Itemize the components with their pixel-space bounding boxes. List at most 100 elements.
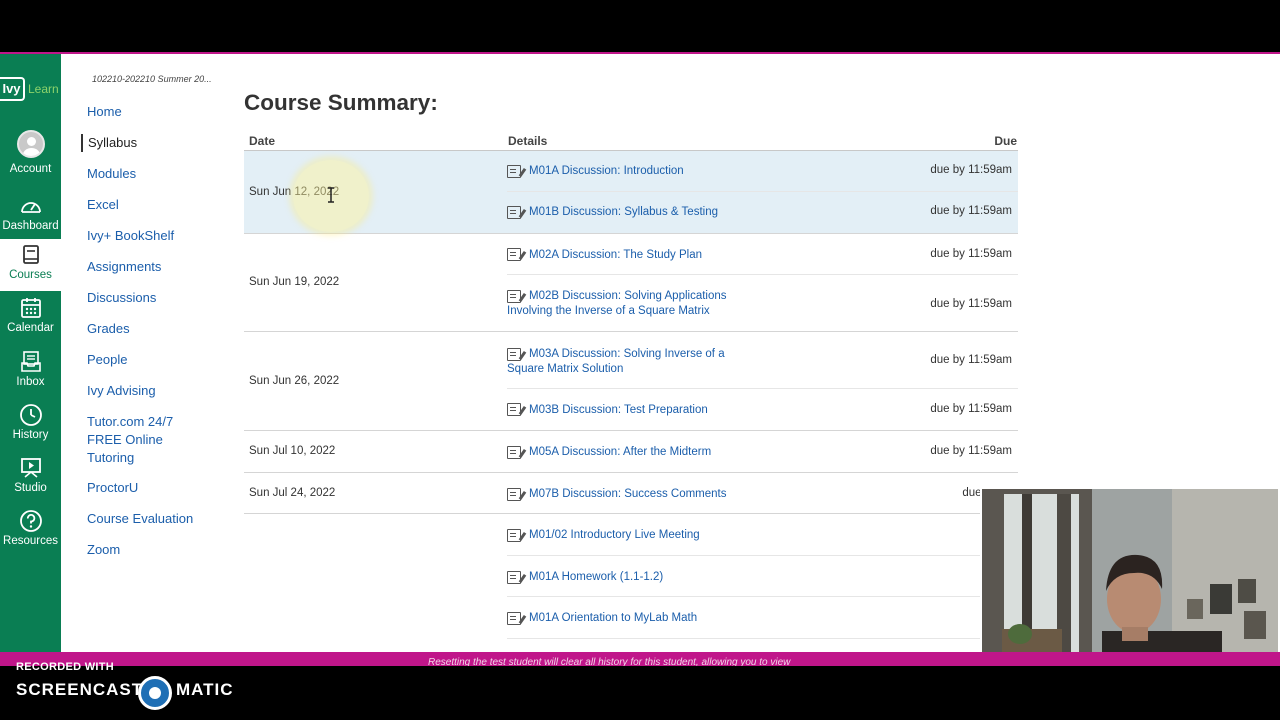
assignment-link[interactable]: M07B Discussion: Success Comments bbox=[529, 487, 726, 502]
assignment-link[interactable]: M01A Discussion: Introduction bbox=[529, 164, 684, 179]
assignment-link-line1[interactable]: M03A Discussion: Solving Inverse of a bbox=[529, 347, 725, 362]
table-row: M02A Discussion: The Study Plan due by 1… bbox=[507, 234, 1018, 275]
global-nav-label: Account bbox=[9, 163, 52, 175]
assignment-icon bbox=[507, 571, 521, 584]
group-date: Sun Jul 10, 2022 bbox=[249, 445, 336, 457]
assignment-link[interactable]: M01A Orientation to MyLab Math bbox=[529, 611, 697, 626]
due-text: due by 11:59am bbox=[930, 248, 1012, 260]
course-nav-zoom[interactable]: Zoom bbox=[87, 541, 217, 559]
assignment-link-line2[interactable]: Square Matrix Solution bbox=[507, 362, 623, 377]
row-divider bbox=[507, 638, 1018, 639]
global-nav-label: Studio bbox=[14, 482, 47, 494]
assignment-link-line1[interactable]: M02B Discussion: Solving Applications bbox=[529, 289, 727, 304]
table-row: M01/02 Introductory Live Meeting bbox=[507, 514, 1018, 556]
assignment-icon bbox=[507, 529, 521, 542]
clock-icon bbox=[19, 404, 42, 426]
table-row: M02B Discussion: Solving Applications In… bbox=[507, 275, 1018, 332]
page-title: Course Summary: bbox=[244, 90, 438, 115]
screen: Ivy Learn Account Dashboard Courses Cale… bbox=[0, 0, 1280, 720]
course-nav-proctoru[interactable]: ProctorU bbox=[87, 479, 217, 497]
due-text: due by 11:59am bbox=[930, 164, 1012, 176]
discussion-icon bbox=[507, 488, 521, 501]
discussion-icon bbox=[507, 290, 521, 303]
discussion-icon bbox=[507, 403, 521, 416]
assignment-icon bbox=[507, 612, 521, 625]
summary-group: Sun Jun 26, 2022 M03A Discussion: Solvin… bbox=[244, 332, 1018, 431]
global-nav-label: Calendar bbox=[7, 322, 54, 334]
global-nav-account[interactable]: Account bbox=[0, 130, 61, 182]
course-nav-assignments[interactable]: Assignments bbox=[87, 258, 217, 276]
due-text: due by 11:59am bbox=[930, 403, 1012, 415]
screencastomatic-logo-icon bbox=[138, 676, 172, 710]
studio-icon bbox=[20, 458, 41, 478]
assignment-link[interactable]: M05A Discussion: After the Midterm bbox=[529, 445, 711, 460]
discussion-icon bbox=[507, 348, 521, 361]
global-nav-label: Inbox bbox=[16, 376, 45, 388]
course-nav-modules[interactable]: Modules bbox=[87, 165, 217, 183]
inbox-icon bbox=[20, 351, 41, 372]
assignment-link[interactable]: M03B Discussion: Test Preparation bbox=[529, 403, 708, 418]
column-header-details: Details bbox=[508, 134, 548, 148]
global-nav-courses[interactable]: Courses bbox=[0, 239, 61, 291]
discussion-icon bbox=[507, 446, 521, 459]
group-date: Sun Jul 24, 2022 bbox=[249, 487, 336, 499]
recorded-with-label: RECORDED WITH bbox=[16, 661, 115, 673]
group-date: Sun Jun 26, 2022 bbox=[249, 375, 340, 387]
due-text: due by 11:59am bbox=[930, 354, 1012, 366]
course-nav-ivy-advising[interactable]: Ivy Advising bbox=[87, 382, 217, 400]
webcam-overlay bbox=[980, 487, 1280, 657]
global-nav-history[interactable]: History bbox=[0, 403, 61, 455]
global-nav-calendar[interactable]: Calendar bbox=[0, 296, 61, 348]
group-date: Sun Jun 19, 2022 bbox=[249, 276, 340, 288]
table-row: M03B Discussion: Test Preparation due by… bbox=[507, 389, 1018, 431]
logo-ivy-text: Ivy bbox=[0, 77, 25, 101]
assignment-link-line2[interactable]: Involving the Inverse of a Square Matrix bbox=[507, 304, 710, 319]
table-row: M01A Discussion: Introduction due by 11:… bbox=[507, 151, 1018, 192]
summary-group: Sun Jul 10, 2022 M05A Discussion: After … bbox=[244, 431, 1018, 473]
course-nav-syllabus[interactable]: Syllabus bbox=[81, 134, 211, 152]
discussion-icon bbox=[507, 165, 521, 178]
help-icon bbox=[19, 510, 42, 532]
assignment-link[interactable]: M01B Discussion: Syllabus & Testing bbox=[529, 205, 718, 220]
due-text: due by 11:59am bbox=[930, 445, 1012, 457]
summary-group: Sun Jun 19, 2022 M02A Discussion: The St… bbox=[244, 234, 1018, 332]
due-text: due by 11:59am bbox=[930, 298, 1012, 310]
table-row: M03A Discussion: Solving Inverse of a Sq… bbox=[507, 332, 1018, 389]
course-nav-tutor[interactable]: Tutor.com 24/7 FREE Online Tutoring bbox=[87, 413, 197, 467]
screencast-brand-right: MATIC bbox=[176, 680, 234, 699]
column-header-date: Date bbox=[249, 134, 276, 148]
global-nav-resources[interactable]: Resources bbox=[0, 509, 61, 561]
ivy-learn-logo[interactable]: Ivy Learn bbox=[0, 74, 61, 104]
table-row: M01A Orientation to MyLab Math bbox=[507, 597, 1018, 639]
global-nav-studio[interactable]: Studio bbox=[0, 456, 61, 508]
discussion-icon bbox=[507, 248, 521, 261]
global-nav-label: Dashboard bbox=[2, 220, 59, 232]
course-nav-discussions[interactable]: Discussions bbox=[87, 289, 217, 307]
course-nav-excel[interactable]: Excel bbox=[87, 196, 217, 214]
due-text: due by 11:59am bbox=[930, 205, 1012, 217]
calendar-icon bbox=[20, 298, 41, 318]
global-nav-inbox[interactable]: Inbox bbox=[0, 350, 61, 402]
summary-group: Sun Jul 24, 2022 M07B Discussion: Succes… bbox=[244, 473, 1018, 514]
discussion-icon bbox=[507, 206, 521, 219]
column-header-due: Due bbox=[994, 134, 1017, 148]
breadcrumb[interactable]: 102210-202210 Summer 20... bbox=[92, 74, 212, 84]
webcam-image bbox=[982, 489, 1278, 655]
course-nav-people[interactable]: People bbox=[87, 351, 217, 369]
course-summary: Course Summary: Date Details Due Sun Jun… bbox=[243, 54, 1023, 654]
course-nav-home[interactable]: Home bbox=[87, 103, 217, 121]
global-nav-label: Resources bbox=[3, 535, 58, 547]
recording-top-bar bbox=[0, 0, 1280, 54]
student-view-bar: Resetting the test student will clear al… bbox=[0, 652, 1280, 666]
course-nav: 102210-202210 Summer 20... Home Syllabus… bbox=[61, 54, 231, 654]
course-nav-grades[interactable]: Grades bbox=[87, 320, 217, 338]
assignment-link[interactable]: M01/02 Introductory Live Meeting bbox=[529, 528, 700, 543]
assignment-link[interactable]: M01A Homework (1.1-1.2) bbox=[529, 570, 663, 585]
course-nav-bookshelf[interactable]: Ivy+ BookShelf bbox=[87, 227, 217, 245]
course-nav-course-evaluation[interactable]: Course Evaluation bbox=[87, 510, 217, 528]
text-cursor-icon bbox=[328, 187, 334, 203]
table-row: M01A Homework (1.1-1.2) bbox=[507, 556, 1018, 597]
student-view-message: Resetting the test student will clear al… bbox=[428, 657, 791, 666]
screencast-brand-left: SCREENCAST bbox=[16, 680, 144, 699]
assignment-link[interactable]: M02A Discussion: The Study Plan bbox=[529, 248, 702, 263]
